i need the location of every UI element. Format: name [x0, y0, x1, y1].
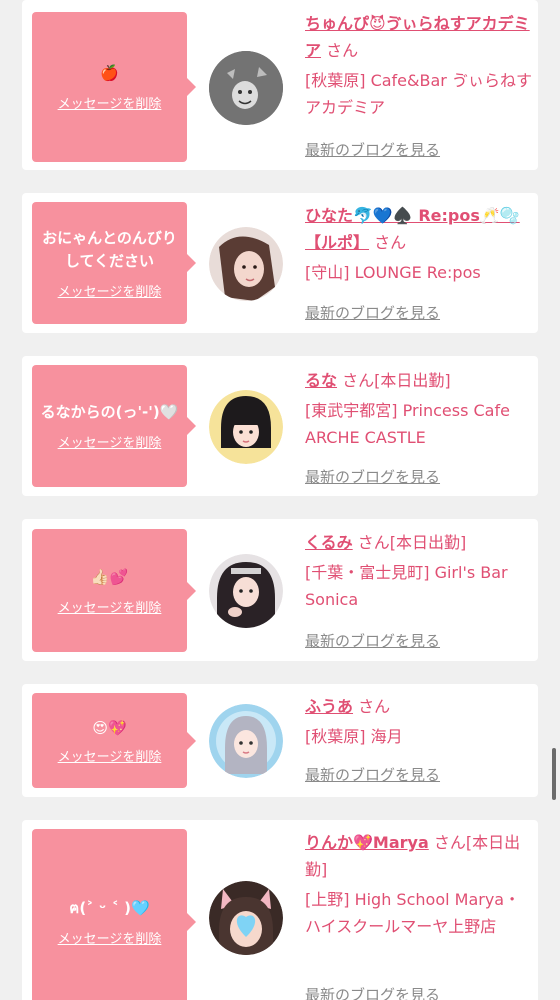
delete-message-button[interactable]: メッセージを削除 — [58, 281, 162, 300]
message-text: るなからの(っ'-')🤍 — [40, 403, 179, 421]
girl-info: くるみ さん[本日出勤] [千葉・富士見町] Girl's Bar Sonica — [305, 529, 533, 613]
girl-info: ひなた🐬💙♠️ Re:pos🥂🫧【ルポ】 さん [守山] LOUNGE Re:p… — [305, 202, 533, 286]
name-line: ひなた🐬💙♠️ Re:pos🥂🫧【ルポ】 さん — [305, 202, 533, 256]
message-text: おにゃんとのんびりしてください — [42, 228, 177, 270]
name-suffix: さん — [374, 233, 407, 252]
avatar[interactable] — [209, 390, 283, 464]
message-card: 🍎 メッセージを削除 ちゅんぴ😈ゔぃらねすアカデミア さん [秋葉原] Cafe… — [22, 0, 538, 170]
avatar[interactable] — [209, 51, 283, 125]
latest-blog-link[interactable]: 最新のブログを見る — [305, 764, 440, 785]
scrollbar[interactable] — [552, 748, 556, 800]
name-suffix: さん[本日出勤] — [357, 533, 467, 552]
name-line: ふうあ さん — [305, 693, 533, 720]
girl-name-link[interactable]: りんか💖Marya — [305, 833, 429, 852]
message-text: 🍎 — [100, 64, 119, 82]
message-bubble: 🍎 メッセージを削除 — [32, 12, 187, 162]
name-line: りんか💖Marya さん[本日出勤] — [305, 829, 533, 883]
avatar[interactable] — [209, 881, 283, 955]
message-text: 😍💖 — [92, 718, 127, 737]
latest-blog-link[interactable]: 最新のブログを見る — [305, 630, 440, 651]
girl-name-link[interactable]: ふうあ — [305, 697, 353, 716]
delete-message-button[interactable]: メッセージを削除 — [58, 928, 162, 947]
avatar[interactable] — [209, 554, 283, 628]
message-card: ฅ(˃ ᵕ ˂ )🩵 メッセージを削除 りんか💖Marya さん[本日出勤] [… — [22, 820, 538, 1000]
name-suffix: さん — [358, 697, 391, 716]
latest-blog-link[interactable]: 最新のブログを見る — [305, 984, 440, 1000]
girl-info: ふうあ さん [秋葉原] 海月 — [305, 693, 533, 750]
girl-info: りんか💖Marya さん[本日出勤] [上野] High School Mary… — [305, 829, 533, 940]
shop-info: [守山] LOUNGE Re:pos — [305, 263, 481, 282]
delete-message-button[interactable]: メッセージを削除 — [58, 597, 162, 616]
latest-blog-link[interactable]: 最新のブログを見る — [305, 302, 440, 323]
name-suffix: さん[本日出勤] — [342, 371, 451, 390]
message-card: おにゃんとのんびりしてください メッセージを削除 ひなた🐬💙♠️ Re:pos🥂… — [22, 193, 538, 333]
message-text: ฅ(˃ ᵕ ˂ )🩵 — [69, 898, 150, 917]
girl-name-link[interactable]: るな — [305, 371, 337, 390]
delete-message-button[interactable]: メッセージを削除 — [58, 746, 162, 765]
shop-info: [千葉・富士見町] Girl's Bar Sonica — [305, 563, 508, 609]
message-bubble: 👍🏻💕 メッセージを削除 — [32, 529, 187, 652]
message-bubble: おにゃんとのんびりしてください メッセージを削除 — [32, 202, 187, 324]
latest-blog-link[interactable]: 最新のブログを見る — [305, 466, 440, 487]
message-card: 😍💖 メッセージを削除 ふうあ さん [秋葉原] 海月 最新のブログを見る — [22, 684, 538, 797]
shop-info: [東武宇都宮] Princess Cafe ARCHE CASTLE — [305, 401, 510, 447]
name-line: るな さん[本日出勤] — [305, 367, 533, 394]
delete-message-button[interactable]: メッセージを削除 — [58, 93, 162, 112]
message-bubble: 😍💖 メッセージを削除 — [32, 693, 187, 788]
girl-info: るな さん[本日出勤] [東武宇都宮] Princess Cafe ARCHE … — [305, 367, 533, 451]
name-suffix: さん — [326, 41, 359, 60]
avatar[interactable] — [209, 704, 283, 778]
girl-info: ちゅんぴ😈ゔぃらねすアカデミア さん [秋葉原] Cafe&Bar ゔぃらねすア… — [305, 10, 533, 121]
message-card: 👍🏻💕 メッセージを削除 くるみ さん[本日出勤] [千葉・富士見町] Girl… — [22, 519, 538, 661]
shop-info: [秋葉原] 海月 — [305, 727, 403, 746]
name-line: くるみ さん[本日出勤] — [305, 529, 533, 556]
girl-name-link[interactable]: くるみ — [305, 533, 353, 552]
shop-info: [秋葉原] Cafe&Bar ゔぃらねすアカデミア — [305, 71, 532, 117]
girl-name-link[interactable]: ひなた🐬💙♠️ Re:pos🥂🫧【ルポ】 — [305, 206, 520, 252]
message-bubble: ฅ(˃ ᵕ ˂ )🩵 メッセージを削除 — [32, 829, 187, 1000]
delete-message-button[interactable]: メッセージを削除 — [58, 432, 162, 451]
message-bubble: るなからの(っ'-')🤍 メッセージを削除 — [32, 365, 187, 487]
message-text: 👍🏻💕 — [90, 567, 129, 586]
name-line: ちゅんぴ😈ゔぃらねすアカデミア さん — [305, 10, 533, 64]
message-card: るなからの(っ'-')🤍 メッセージを削除 るな さん[本日出勤] [東武宇都宮… — [22, 356, 538, 496]
shop-info: [上野] High School Marya・ハイスクールマーヤ上野店 — [305, 890, 521, 936]
latest-blog-link[interactable]: 最新のブログを見る — [305, 139, 440, 160]
avatar[interactable] — [209, 227, 283, 301]
